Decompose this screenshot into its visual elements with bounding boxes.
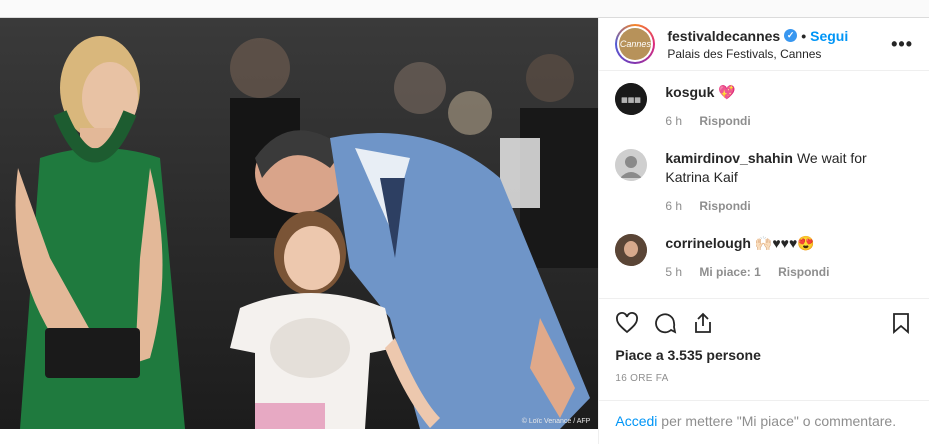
avatar-photo-icon [615,234,648,266]
comment-item: kamirdinov_shahin We wait for Katrina Kai… [615,149,913,216]
login-link[interactable]: Accedi [615,413,657,429]
commenter-avatar[interactable] [615,234,648,266]
bookmark-icon[interactable] [889,311,913,335]
comment-username[interactable]: kamirdinov_shahin [665,150,793,166]
share-icon[interactable] [691,311,715,335]
post-timestamp[interactable]: 16 ORE FA [615,373,913,384]
follow-button[interactable]: Segui [810,28,848,44]
username-link[interactable]: festivaldecannes [667,28,780,44]
avatar-photo-icon [615,149,648,181]
photo-credit: © Loïc Venance / AFP [521,418,591,425]
red-carpet-photo [0,18,599,429]
svg-text:▦▦▦: ▦▦▦ [621,97,641,104]
likes-count[interactable]: Piace a 3.535 persone [615,347,913,363]
separator-dot: • [801,27,807,44]
comment-text: 💖 [718,84,736,100]
commenter-avatar[interactable] [615,149,648,181]
post-photo[interactable]: © Loïc Venance / AFP [0,18,599,429]
post-header: Cannes festivaldecannes ✓ • Segui Palais… [599,18,929,71]
comment-username[interactable]: kosguk [665,84,714,100]
login-prompt-text: per mettere "Mi piace" o commentare. [661,413,897,429]
comments-list: ▦▦▦ kosguk 💖 6 h Rispondi kamirdinov_sha… [599,71,929,299]
avatar-pattern-icon: ▦▦▦ [615,83,648,115]
comment-item: ▦▦▦ kosguk 💖 6 h Rispondi [615,83,913,131]
reply-button[interactable]: Rispondi [778,265,829,279]
login-prompt: Accedi per mettere "Mi piace" o commenta… [599,400,929,441]
post-actions: Piace a 3.535 persone 16 ORE FA [599,298,929,384]
commenter-avatar[interactable]: ▦▦▦ [615,83,648,115]
comment-item: corrinelough 🙌🏻♥♥♥😍 5 h Mi piace: 1 Rispo… [615,234,913,282]
profile-avatar[interactable]: Cannes [615,24,656,64]
comment-likes[interactable]: Mi piace: 1 [699,265,760,279]
comment-icon[interactable] [653,311,677,335]
comment-time[interactable]: 6 h [665,114,682,128]
post-side-panel: Cannes festivaldecannes ✓ • Segui Palais… [598,18,929,444]
comment-text: 🙌🏻♥♥♥😍 [754,235,815,251]
comment-time[interactable]: 5 h [665,265,682,279]
festival-logo: Cannes [619,28,652,60]
reply-button[interactable]: Rispondi [699,114,750,128]
verified-badge-icon: ✓ [784,29,798,42]
comment-time[interactable]: 6 h [665,199,682,213]
more-options-icon[interactable]: ••• [891,34,913,55]
reply-button[interactable]: Rispondi [699,199,750,213]
comment-username[interactable]: corrinelough [665,235,751,251]
instagram-post: © Loïc Venance / AFP Cannes festivaldeca… [0,17,929,444]
heart-icon[interactable] [615,311,639,335]
location-link[interactable]: Palais des Festivals, Cannes [667,47,891,61]
